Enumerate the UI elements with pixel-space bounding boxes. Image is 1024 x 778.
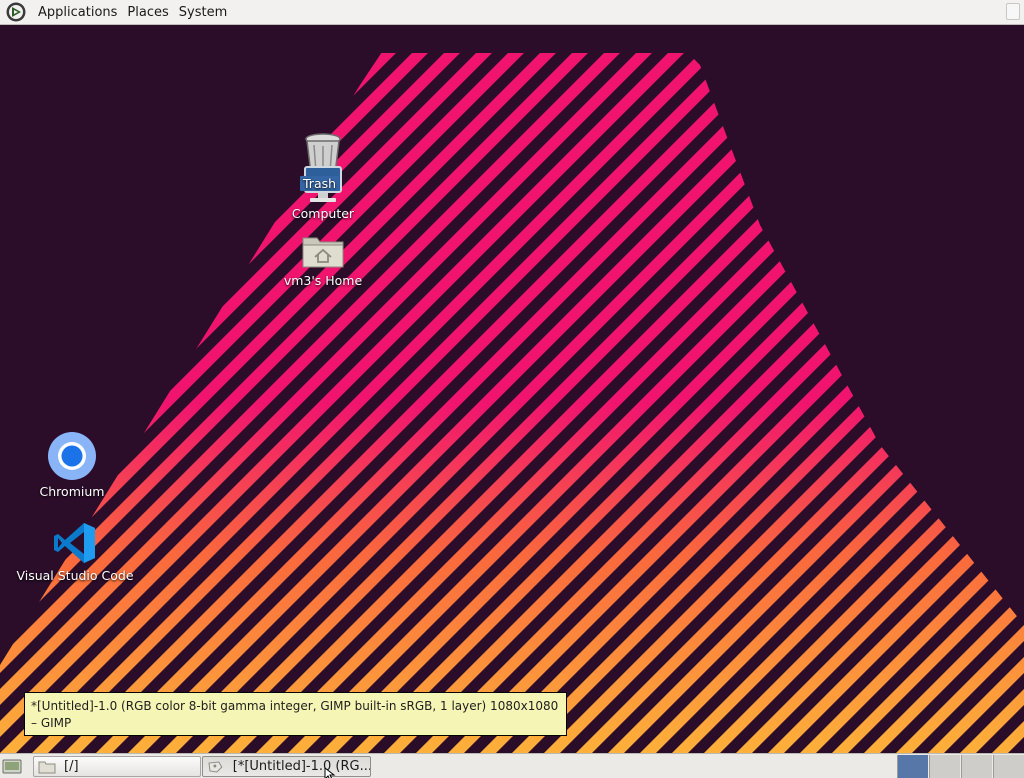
- home-label: vm3's Home: [283, 273, 363, 288]
- gimp-icon: [208, 761, 223, 772]
- workspace-1[interactable]: [897, 755, 928, 778]
- workspace-2[interactable]: [929, 755, 960, 778]
- desktop-icon-computer[interactable]: Trash Computer: [288, 165, 358, 221]
- window-tooltip: *[Untitled]-1.0 (RGB color 8-bit gamma i…: [24, 692, 567, 736]
- main-menu-logo-icon[interactable]: [5, 1, 27, 23]
- taskbar-item-gimp[interactable]: [*[Untitled]-1.0 (RG...: [202, 756, 371, 777]
- vscode-label: Visual Studio Code: [16, 568, 134, 583]
- menu-places[interactable]: Places: [122, 0, 173, 25]
- taskbar-item-files[interactable]: [/]: [33, 756, 201, 777]
- desktop-icon-home[interactable]: vm3's Home: [280, 232, 366, 288]
- vscode-icon: [54, 523, 95, 563]
- taskbar-item-label: [/]: [64, 759, 79, 774]
- menu-applications[interactable]: Applications: [33, 0, 122, 25]
- workspace-4[interactable]: [993, 755, 1024, 778]
- workspace-3[interactable]: [961, 755, 992, 778]
- mouse-cursor-icon: [324, 767, 336, 778]
- show-desktop-icon[interactable]: [2, 757, 22, 775]
- menu-system[interactable]: System: [174, 0, 232, 25]
- computer-label: Computer: [291, 206, 355, 221]
- panel-corner-button[interactable]: [1006, 3, 1020, 20]
- bottom-panel: [/] [*[Untitled]-1.0 (RG...: [0, 753, 1024, 778]
- desktop-icon-chromium[interactable]: Chromium: [34, 431, 110, 499]
- desktop[interactable]: Trash Computer vm3's Home Chromium Visua…: [0, 25, 1024, 753]
- chromium-icon: [48, 432, 96, 480]
- home-folder-icon: [302, 237, 344, 268]
- folder-icon: [38, 761, 56, 773]
- chromium-label: Chromium: [39, 484, 105, 499]
- wallpaper: [0, 25, 1024, 753]
- trash-label: Trash: [300, 176, 340, 191]
- taskbar-item-label: [*[Untitled]-1.0 (RG...: [232, 759, 370, 774]
- desktop-icon-vscode[interactable]: Visual Studio Code: [16, 521, 134, 583]
- top-panel: Applications Places System: [0, 0, 1024, 25]
